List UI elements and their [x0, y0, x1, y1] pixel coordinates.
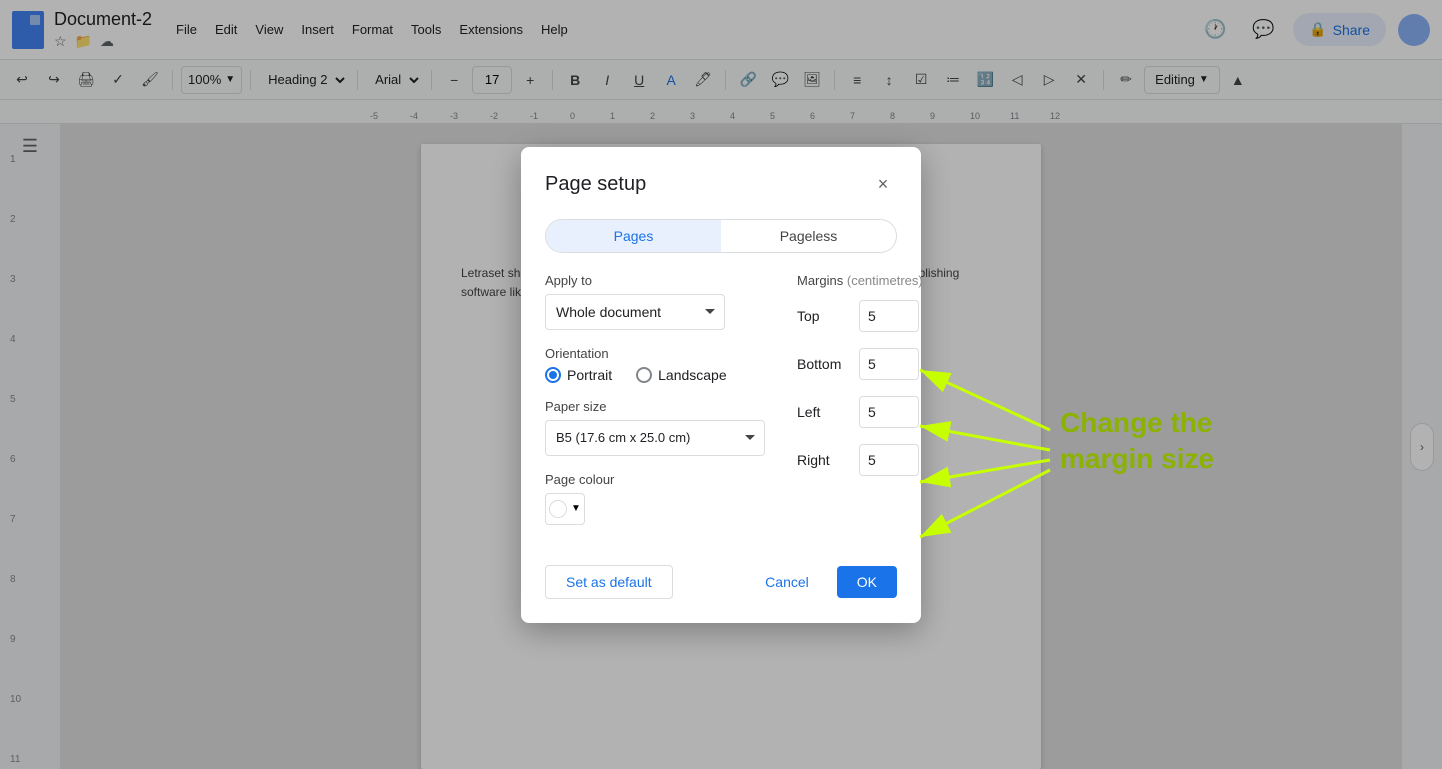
- dialog-left-col: Apply to Whole document Orientation Port…: [545, 273, 765, 541]
- apply-to-label: Apply to: [545, 273, 765, 288]
- portrait-option[interactable]: Portrait: [545, 367, 612, 383]
- margins-section: Margins (centimetres) Top Bottom Left: [797, 273, 977, 476]
- landscape-label: Landscape: [658, 367, 727, 383]
- left-margin-label: Left: [797, 404, 847, 420]
- page-colour-section: Page colour ▼: [545, 472, 765, 525]
- margins-title: Margins (centimetres): [797, 273, 977, 288]
- dialog-close-button[interactable]: ×: [869, 171, 897, 199]
- right-margin-label: Right: [797, 452, 847, 468]
- dialog-body: Apply to Whole document Orientation Port…: [545, 273, 897, 541]
- dialog-footer: Set as default Cancel OK: [545, 565, 897, 599]
- top-margin-input[interactable]: [859, 300, 919, 332]
- paper-size-label: Paper size: [545, 399, 765, 414]
- apply-to-select[interactable]: Whole document: [545, 294, 725, 330]
- portrait-radio[interactable]: [545, 367, 561, 383]
- set-default-button[interactable]: Set as default: [545, 565, 673, 599]
- bottom-margin-input[interactable]: [859, 348, 919, 380]
- margins-label: Margins: [797, 273, 843, 288]
- orientation-group: Portrait Landscape: [545, 367, 765, 383]
- cancel-button[interactable]: Cancel: [745, 566, 829, 598]
- page-colour-label: Page colour: [545, 472, 765, 487]
- colour-circle: [549, 500, 567, 518]
- margins-unit: (centimetres): [847, 273, 923, 288]
- tab-pages[interactable]: Pages: [546, 220, 721, 252]
- page-colour-swatch[interactable]: ▼: [545, 493, 585, 525]
- paper-size-select[interactable]: B5 (17.6 cm x 25.0 cm): [545, 420, 765, 456]
- dialog-header: Page setup ×: [545, 171, 897, 199]
- bottom-margin-row: Bottom: [797, 348, 977, 380]
- landscape-radio[interactable]: [636, 367, 652, 383]
- right-margin-input[interactable]: [859, 444, 919, 476]
- portrait-label: Portrait: [567, 367, 612, 383]
- orientation-label: Orientation: [545, 346, 765, 361]
- modal-overlay[interactable]: Page setup × Pages Pageless Apply to Who…: [0, 0, 1442, 769]
- landscape-option[interactable]: Landscape: [636, 367, 727, 383]
- orientation-section: Orientation Portrait Landscape: [545, 346, 765, 383]
- top-margin-label: Top: [797, 308, 847, 324]
- left-margin-input[interactable]: [859, 396, 919, 428]
- dialog-title: Page setup: [545, 173, 646, 196]
- bottom-margin-label: Bottom: [797, 356, 847, 372]
- top-margin-row: Top: [797, 300, 977, 332]
- ok-button[interactable]: OK: [837, 566, 897, 598]
- footer-right-buttons: Cancel OK: [745, 566, 897, 598]
- right-margin-row: Right: [797, 444, 977, 476]
- colour-arrow: ▼: [571, 503, 581, 514]
- tab-pageless[interactable]: Pageless: [721, 220, 896, 252]
- paper-size-section: Paper size B5 (17.6 cm x 25.0 cm): [545, 399, 765, 456]
- page-setup-dialog: Page setup × Pages Pageless Apply to Who…: [521, 147, 921, 623]
- apply-to-section: Apply to Whole document: [545, 273, 765, 330]
- dialog-right-col: Margins (centimetres) Top Bottom Left: [797, 273, 977, 541]
- left-margin-row: Left: [797, 396, 977, 428]
- dialog-tabs: Pages Pageless: [545, 219, 897, 253]
